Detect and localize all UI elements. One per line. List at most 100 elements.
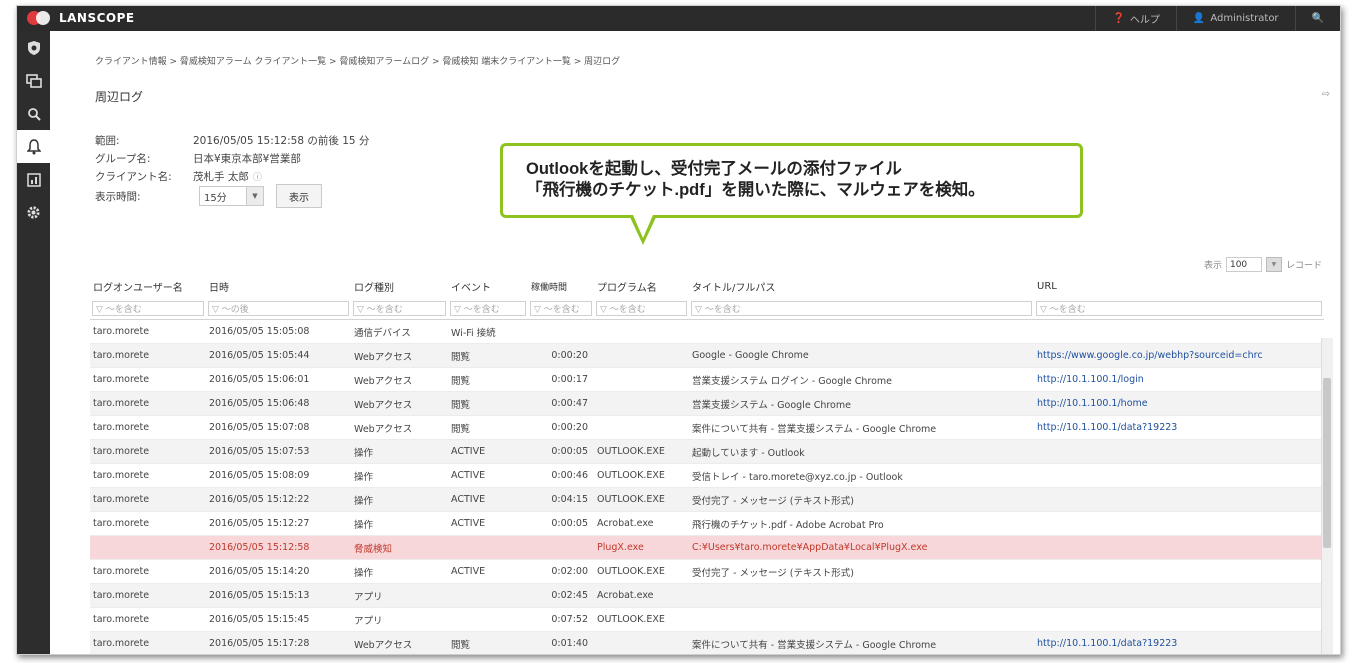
cell-type: 操作	[351, 559, 448, 584]
callout-pointer-fill	[633, 215, 653, 238]
info-panel: 範囲: 2016/05/05 15:12:58 の前後 15 分 グループ名: 日本…	[95, 131, 369, 208]
filter-program[interactable]: ▽ ～を含む	[596, 301, 687, 316]
cell-date: 2016/05/05 15:15:45	[206, 607, 351, 632]
column-header-url[interactable]: URL	[1034, 274, 1324, 298]
show-button[interactable]: 表示	[276, 184, 322, 208]
cell-program: OUTLOOK.EXE	[594, 559, 689, 584]
cell-date: 2016/05/05 15:05:44	[206, 343, 351, 368]
filter-title[interactable]: ▽ ～を含む	[691, 301, 1032, 316]
cell-time: 0:04:15	[528, 487, 594, 512]
cell-url[interactable]	[1034, 511, 1324, 536]
cell-date: 2016/05/05 15:07:53	[206, 439, 351, 464]
table-row-alert[interactable]: 2016/05/05 15:12:58 脅威検知 PlugX.exe C:¥Users…	[90, 535, 1324, 560]
filter-type[interactable]: ▽ ～を含む	[353, 301, 446, 316]
table-row[interactable]: taro.morete 2016/05/05 15:07:53 操作 ACTIVE 0:…	[90, 439, 1324, 464]
filter-time[interactable]: ▽ ～を含む	[530, 301, 592, 316]
cell-event: 閲覧	[448, 391, 528, 416]
vertical-scrollbar[interactable]	[1321, 338, 1333, 654]
page-size-select[interactable]: 100	[1225, 257, 1262, 272]
sidebar-item-settings[interactable]	[17, 196, 50, 229]
table-row[interactable]: taro.morete 2016/05/05 15:06:01 Webアクセス 閲覧 0…	[90, 367, 1324, 392]
sidebar-item-clients[interactable]	[17, 64, 50, 97]
client-label: クライアント名:	[95, 170, 172, 183]
column-header-date[interactable]: 日時	[206, 274, 351, 298]
column-header-time[interactable]: 稼働時間	[528, 274, 594, 298]
table-row[interactable]: taro.morete 2016/05/05 15:17:28 Webアクセス 閲覧 0…	[90, 631, 1324, 654]
cell-url[interactable]	[1034, 535, 1324, 560]
cell-user: taro.morete	[90, 511, 206, 536]
cell-title: 受付完了 - メッセージ (テキスト形式)	[689, 559, 1034, 584]
cell-url[interactable]	[1034, 607, 1324, 632]
cell-url[interactable]	[1034, 439, 1324, 464]
table-row[interactable]: taro.morete 2016/05/05 15:14:20 操作 ACTIVE 0:…	[90, 559, 1324, 584]
table-row[interactable]: taro.morete 2016/05/05 15:12:22 操作 ACTIVE 0:…	[90, 487, 1324, 512]
sidebar-item-alerts[interactable]	[17, 130, 50, 163]
column-header-event[interactable]: イベント	[448, 274, 528, 298]
cell-user: taro.morete	[90, 319, 206, 344]
cell-url[interactable]: http://10.1.100.1/home	[1034, 391, 1324, 416]
cell-url[interactable]	[1034, 559, 1324, 584]
table-row[interactable]: taro.morete 2016/05/05 15:08:09 操作 ACTIVE 0:…	[90, 463, 1324, 488]
cell-event: ACTIVE	[448, 487, 528, 512]
cell-url[interactable]: http://10.1.100.1/data?19223	[1034, 631, 1324, 654]
table-row[interactable]: taro.morete 2016/05/05 15:05:08 通信デバイス Wi-F…	[90, 319, 1324, 344]
cell-date: 2016/05/05 15:08:09	[206, 463, 351, 488]
table-row[interactable]: taro.morete 2016/05/05 15:12:27 操作 ACTIVE 0:…	[90, 511, 1324, 536]
breadcrumb[interactable]: クライアント情報 > 脅威検知アラーム クライアント一覧 > 脅威検知アラームロ…	[95, 54, 620, 67]
gear-icon	[27, 206, 40, 219]
sidebar-item-security[interactable]	[17, 31, 50, 64]
cell-url[interactable]	[1034, 583, 1324, 608]
cell-event	[448, 607, 528, 632]
bell-icon	[26, 138, 41, 154]
logo[interactable]: LANSCOPE	[27, 11, 135, 25]
cell-url[interactable]	[1034, 319, 1324, 344]
cell-date: 2016/05/05 15:15:13	[206, 583, 351, 608]
filter-user[interactable]: ▽ ～を含む	[92, 301, 204, 316]
user-menu[interactable]: 👤 Administrator	[1175, 6, 1295, 31]
cell-type: Webアクセス	[351, 631, 448, 654]
table-row[interactable]: taro.morete 2016/05/05 15:15:45 アプリ 0:07:52…	[90, 607, 1324, 632]
cell-user: taro.morete	[90, 367, 206, 392]
filter-date[interactable]: ▽ ～の後	[208, 301, 349, 316]
cell-type: Webアクセス	[351, 367, 448, 392]
column-header-type[interactable]: ログ種別	[351, 274, 448, 298]
info-icon[interactable]: ⓘ	[253, 170, 262, 183]
table-row[interactable]: taro.morete 2016/05/05 15:15:13 アプリ 0:02:45…	[90, 583, 1324, 608]
search-button[interactable]: 🔍	[1294, 6, 1340, 31]
chevron-down-icon[interactable]: ▼	[246, 186, 264, 206]
cell-event: ACTIVE	[448, 439, 528, 464]
cell-user: taro.morete	[90, 415, 206, 440]
help-link[interactable]: ❓ ヘルプ	[1095, 6, 1175, 31]
column-header-title[interactable]: タイトル/フルパス	[689, 274, 1034, 298]
column-header-user[interactable]: ログオンユーザー名	[90, 274, 206, 298]
user-label: Administrator	[1210, 13, 1279, 24]
table-row[interactable]: taro.morete 2016/05/05 15:06:48 Webアクセス 閲覧 0…	[90, 391, 1324, 416]
sidebar-item-reports[interactable]	[17, 163, 50, 196]
magnifier-icon	[27, 107, 41, 121]
cell-title: 起動しています - Outlook	[689, 439, 1034, 464]
cell-time: 0:01:40	[528, 631, 594, 654]
filter-url[interactable]: ▽ ～を含む	[1036, 301, 1322, 316]
filter-event[interactable]: ▽ ～を含む	[450, 301, 526, 316]
export-icon[interactable]: ⇨	[1322, 89, 1330, 100]
cell-program	[594, 343, 689, 368]
cell-url[interactable]	[1034, 487, 1324, 512]
cell-time	[528, 319, 594, 344]
vertical-scroll-thumb[interactable]	[1323, 378, 1331, 548]
cell-date: 2016/05/05 15:12:27	[206, 511, 351, 536]
cell-time: 0:00:20	[528, 415, 594, 440]
cell-url[interactable]: http://10.1.100.1/login	[1034, 367, 1324, 392]
sidebar-item-search[interactable]	[17, 97, 50, 130]
table-row[interactable]: taro.morete 2016/05/05 15:05:44 Webアクセス 閲覧 0…	[90, 343, 1324, 368]
column-header-program[interactable]: プログラム名	[594, 274, 689, 298]
cell-event: Wi-Fi 接続	[448, 319, 528, 344]
page-size-chevron-icon[interactable]: ▼	[1265, 257, 1282, 272]
table-row[interactable]: taro.morete 2016/05/05 15:07:08 Webアクセス 閲覧 0…	[90, 415, 1324, 440]
cell-url[interactable]: https://www.google.co.jp/webhp?sourceid=…	[1034, 343, 1324, 368]
cell-date: 2016/05/05 15:12:22	[206, 487, 351, 512]
cell-url[interactable]: http://10.1.100.1/data?19223	[1034, 415, 1324, 440]
cell-url[interactable]	[1034, 463, 1324, 488]
time-select[interactable]: 15分	[199, 186, 247, 206]
group-label: グループ名:	[95, 152, 151, 165]
cell-program	[594, 391, 689, 416]
